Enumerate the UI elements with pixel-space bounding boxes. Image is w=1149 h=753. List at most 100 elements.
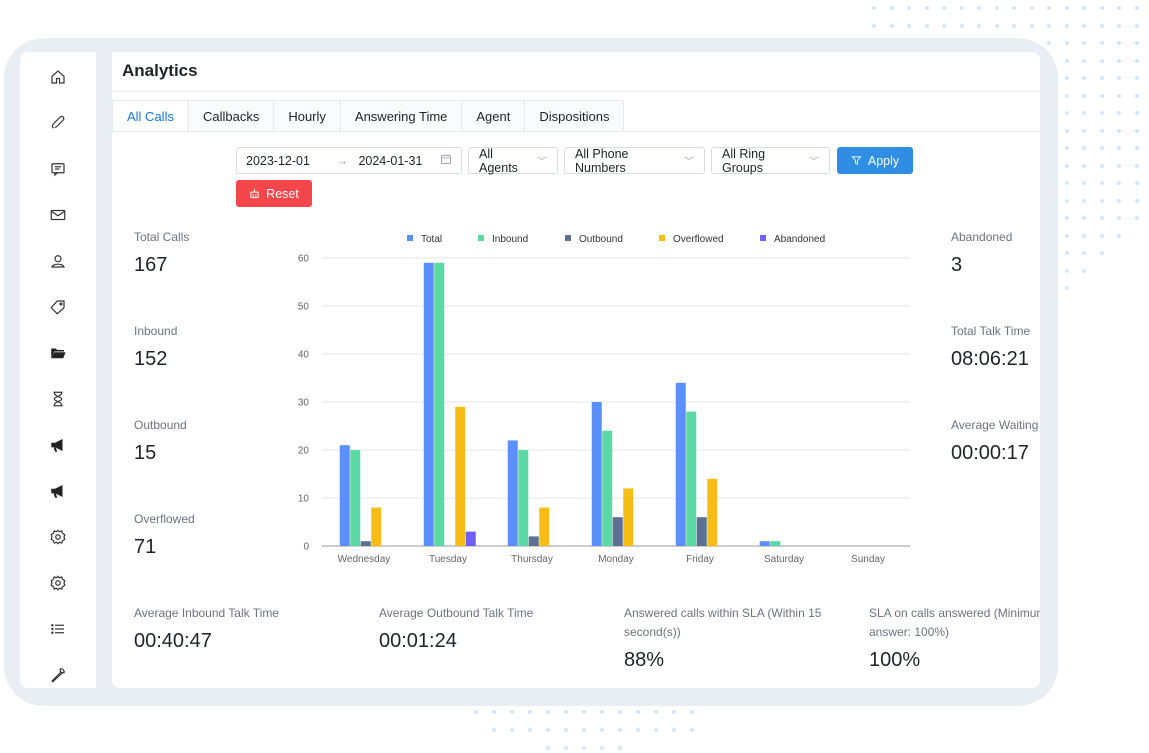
overflowed-value: 71 xyxy=(134,536,157,558)
tab-agent[interactable]: Agent xyxy=(462,100,526,132)
avg-outbound-talk-label: Average Outbound Talk Time xyxy=(379,606,534,620)
bar xyxy=(707,478,718,546)
inbound-value: 152 xyxy=(134,348,168,370)
total-calls-label: Total Calls xyxy=(134,230,190,244)
tab-answering-time[interactable]: Answering Time xyxy=(340,100,463,132)
agents-select[interactable]: All Agents ﹀ xyxy=(468,146,558,175)
tab-all-calls[interactable]: All Calls xyxy=(112,100,189,132)
bar xyxy=(528,536,539,546)
bar xyxy=(539,507,550,546)
calls-by-day-chart: Total Inbound Outbound Overflowed Abandoned 0… xyxy=(298,234,910,565)
tab-hourly[interactable]: Hourly xyxy=(274,100,341,132)
tab-dispositions[interactable]: Dispositions xyxy=(525,100,625,132)
bar xyxy=(518,450,529,546)
tab-bar: All Calls Callbacks Hourly Answering Tim… xyxy=(112,100,625,132)
avg-inbound-talk-value: 00:40:47 xyxy=(134,630,212,652)
sidebar xyxy=(20,52,96,688)
hourglass-icon[interactable] xyxy=(47,388,69,410)
title-divider xyxy=(112,91,1040,92)
bar xyxy=(686,411,697,546)
sla-on-answered-value: 100% xyxy=(869,649,921,671)
date-start[interactable]: 2023-12-01 xyxy=(246,154,310,168)
sla-answered-label: Answered calls within SLA (Within 15 sec… xyxy=(624,606,822,639)
bar xyxy=(371,507,382,546)
folder-icon[interactable] xyxy=(47,342,69,364)
reset-label: Reset xyxy=(266,186,299,201)
bar xyxy=(507,440,518,546)
settings-icon[interactable] xyxy=(47,526,69,548)
outbound-label: Outbound xyxy=(134,418,187,432)
legend-swatch xyxy=(565,235,571,241)
home-icon[interactable] xyxy=(47,66,69,88)
bar xyxy=(339,445,350,546)
calendar-icon[interactable] xyxy=(440,153,452,168)
x-tick-label: Sunday xyxy=(851,554,885,565)
bar xyxy=(465,531,476,546)
tag-icon[interactable] xyxy=(47,296,69,318)
mail-icon[interactable] xyxy=(47,204,69,226)
y-tick-label: 60 xyxy=(298,254,310,265)
bar xyxy=(612,517,623,546)
ring-groups-select[interactable]: All Ring Groups ﹀ xyxy=(711,147,830,175)
phone-icon[interactable] xyxy=(47,112,69,134)
bar xyxy=(455,406,466,546)
overflowed-label: Overflowed xyxy=(134,512,195,526)
megaphone-icon[interactable] xyxy=(47,480,69,502)
total-talk-time-label: Total Talk Time xyxy=(951,324,1031,338)
apply-label: Apply xyxy=(867,153,900,168)
bar xyxy=(360,541,371,546)
legend-swatch xyxy=(760,235,766,241)
phone-numbers-select-value: All Phone Numbers xyxy=(575,146,629,175)
reset-button[interactable]: Reset xyxy=(236,180,312,207)
settings-icon[interactable] xyxy=(47,572,69,594)
outbound-value: 15 xyxy=(134,442,157,464)
analytics-panel: Analytics All Calls Callbacks Hourly Ans… xyxy=(112,52,1040,688)
chevron-down-icon: ﹀ xyxy=(809,157,819,168)
y-tick-label: 30 xyxy=(298,398,310,409)
average-waiting-value: 00:00:17 xyxy=(951,442,1029,464)
total-talk-time-value: 08:06:21 xyxy=(951,348,1029,370)
bar xyxy=(602,430,613,546)
x-tick-label: Friday xyxy=(686,554,714,565)
date-arrow: → xyxy=(335,153,349,168)
wrench-icon[interactable] xyxy=(47,664,69,686)
y-tick-label: 0 xyxy=(303,542,309,553)
x-tick-label: Thursday xyxy=(511,554,553,565)
x-tick-label: Wednesday xyxy=(338,554,391,565)
legend-label: Overflowed xyxy=(673,234,724,245)
bar xyxy=(623,488,634,546)
bar xyxy=(423,262,434,546)
phone-numbers-select[interactable]: All Phone Numbers ﹀ xyxy=(564,146,705,175)
list-icon[interactable] xyxy=(47,618,69,640)
agents-select-value: All Agents xyxy=(479,146,518,175)
date-range-picker[interactable]: 2023-12-01 → 2024-01-31 xyxy=(236,147,462,174)
megaphone-icon[interactable] xyxy=(47,434,69,456)
legend-label: Outbound xyxy=(579,234,623,245)
legend-swatch xyxy=(478,235,484,241)
bar xyxy=(350,450,361,546)
legend-swatch xyxy=(407,235,413,241)
bar xyxy=(759,541,770,546)
avg-inbound-talk-label: Average Inbound Talk Time xyxy=(134,606,279,620)
message-icon[interactable] xyxy=(47,158,69,180)
x-tick-label: Saturday xyxy=(764,554,804,565)
legend-label: Inbound xyxy=(492,234,528,245)
tab-callbacks[interactable]: Callbacks xyxy=(188,100,275,132)
chevron-down-icon: ﹀ xyxy=(684,157,694,168)
y-tick-label: 20 xyxy=(298,446,310,457)
chevron-down-icon: ﹀ xyxy=(537,157,547,168)
bar xyxy=(591,402,602,546)
total-calls-value: 167 xyxy=(134,254,168,276)
user-icon[interactable] xyxy=(47,250,69,272)
apply-button[interactable]: Apply xyxy=(837,147,913,174)
x-tick-label: Tuesday xyxy=(429,554,467,565)
broom-icon xyxy=(250,188,259,199)
abandoned-value: 3 xyxy=(951,254,963,276)
bar xyxy=(675,382,686,546)
legend-label: Abandoned xyxy=(774,234,825,245)
date-end[interactable]: 2024-01-31 xyxy=(358,154,422,168)
avg-outbound-talk-value: 00:01:24 xyxy=(379,630,457,652)
page-title: Analytics xyxy=(122,61,198,80)
filter-icon xyxy=(851,156,862,165)
legend-swatch xyxy=(659,235,665,241)
